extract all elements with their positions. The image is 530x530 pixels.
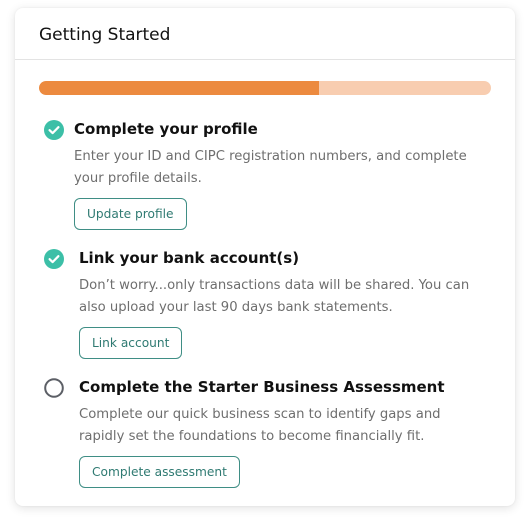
step-starter-business-assessment: Complete the Starter Business Assessment… [39,376,499,496]
card-header: Getting Started [15,8,515,60]
step-title: Complete your profile [74,120,258,138]
step-description: Don’t worry...only transactions data wil… [79,278,470,315]
progress-bar [39,81,491,95]
step-description: Enter your ID and CIPC registration numb… [74,149,467,186]
getting-started-card: Getting Started Complete your profile En… [15,8,515,506]
step-title: Link your bank account(s) [79,249,300,267]
check-circle-icon [44,120,64,140]
step-link-bank-account: Link your bank account(s) Don’t worry...… [39,247,499,367]
step-title: Complete the Starter Business Assessment [79,378,445,396]
card-title: Getting Started [39,24,171,45]
step-complete-profile: Complete your profile Enter your ID and … [39,118,499,238]
progress-bar-fill [39,81,320,95]
update-profile-button[interactable]: Update profile [74,198,187,230]
complete-assessment-button[interactable]: Complete assessment [79,456,240,488]
step-description: Complete our quick business scan to iden… [79,407,441,444]
empty-circle-icon [44,378,64,398]
check-circle-icon [44,249,64,269]
link-account-button[interactable]: Link account [79,327,183,359]
